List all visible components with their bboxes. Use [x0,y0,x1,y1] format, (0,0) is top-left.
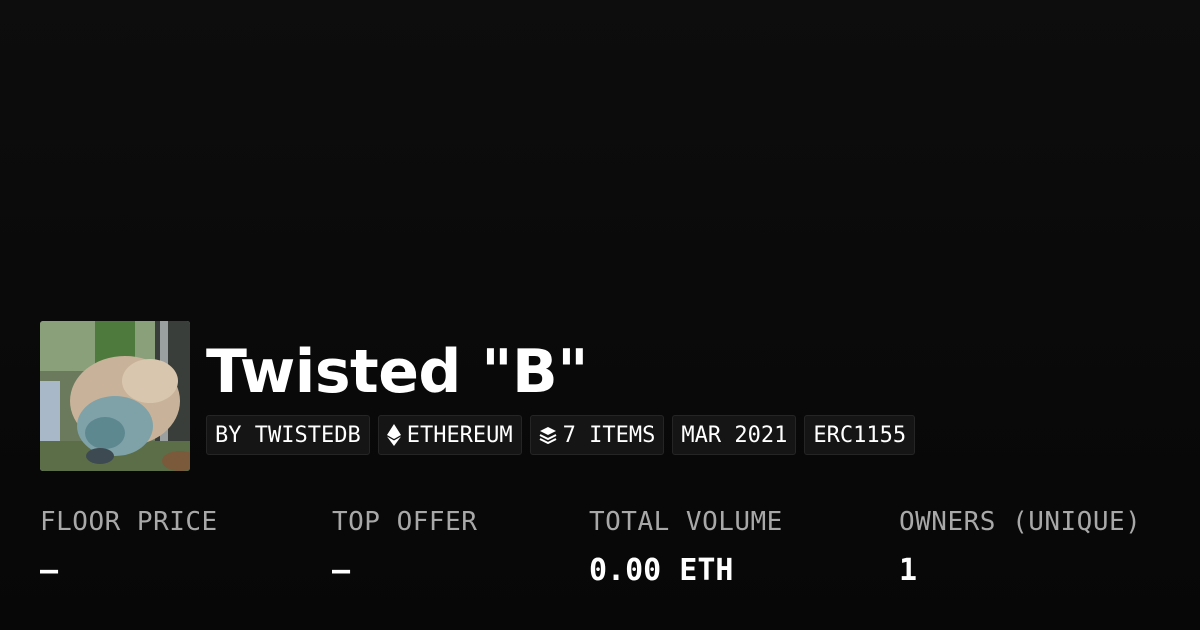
top-offer-stat: TOP OFFER – [332,500,477,598]
collection-title: Twisted "B" [206,337,589,407]
top-offer-label: TOP OFFER [332,507,478,537]
floor-price-stat: FLOOR PRICE – [40,500,218,598]
ethereum-icon [386,424,401,446]
total-volume-value: 0.00 ETH [589,553,734,588]
owners-stat: OWNERS (UNIQUE) 1 [899,500,1141,598]
chain-tag[interactable]: ETHEREUM [377,415,522,455]
collection-avatar-image [40,321,190,471]
creator-label: BY TWISTEDB [215,422,361,448]
items-tag[interactable]: 7 ITEMS [529,415,665,455]
collection-stats: FLOOR PRICE – TOP OFFER – TOTAL VOLUME 0… [0,500,1200,600]
creator-tag[interactable]: BY TWISTEDB [206,415,370,455]
total-volume-stat: TOTAL VOLUME 0.00 ETH [589,500,783,598]
token-standard-label: ERC1155 [813,422,907,448]
floor-price-value: – [40,553,59,588]
floor-price-label: FLOOR PRICE [40,507,218,537]
top-offer-value: – [332,553,351,588]
created-date-tag: MAR 2021 [672,415,797,455]
token-standard-tag: ERC1155 [804,415,916,455]
total-volume-label: TOTAL VOLUME [589,507,783,537]
collection-avatar [40,321,190,471]
owners-label: OWNERS (UNIQUE) [899,507,1142,537]
layers-icon [539,426,557,444]
chain-label: ETHEREUM [406,422,513,448]
collection-tags: BY TWISTEDB ETHEREUM 7 ITEMS MAR 2021 ER… [206,415,916,455]
items-label: 7 ITEMS [562,422,656,448]
created-date-label: MAR 2021 [681,422,788,448]
owners-value: 1 [899,553,918,588]
